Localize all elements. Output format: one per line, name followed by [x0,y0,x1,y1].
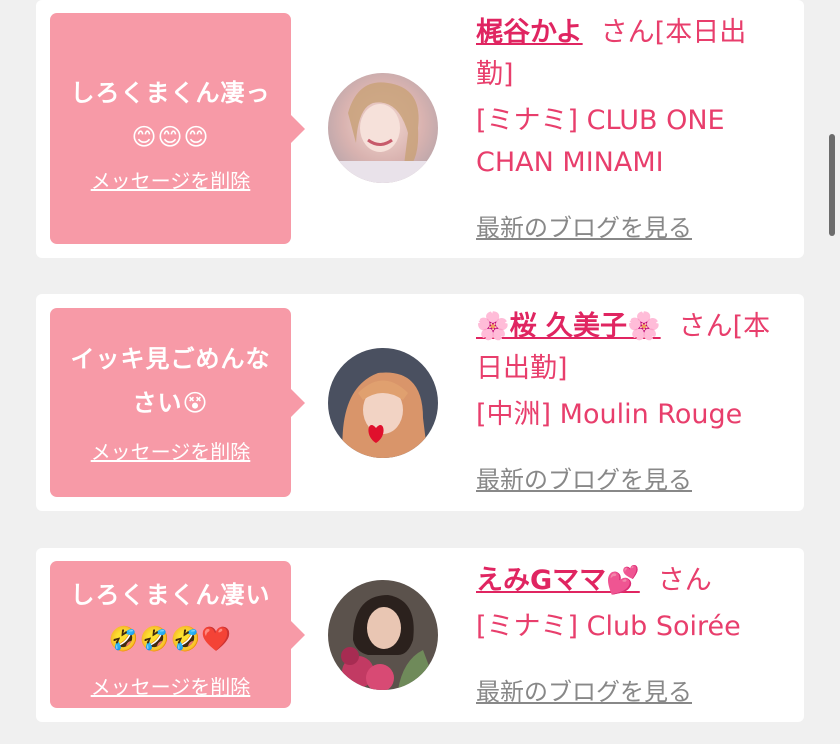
cast-status: さん [657,565,712,596]
message-text: しろくまくん凄っ😊😊😊 [70,79,271,151]
shop-name: [ミナミ] Club Soirée [476,611,741,642]
latest-blog-link[interactable]: 最新のブログを見る [476,460,692,495]
avatar[interactable] [328,73,438,183]
cast-info: えみGママ💕 さん [ミナミ] Club Soirée [476,560,781,648]
message-bubble: イッキ見ごめんなさい😵 メッセージを削除 [50,308,305,497]
shop-name: [ミナミ] CLUB ONE CHAN MINAMI [476,105,725,178]
delete-message-link[interactable]: メッセージを削除 [50,671,291,700]
latest-blog-link[interactable]: 最新のブログを見る [476,208,692,243]
avatar[interactable] [328,580,438,690]
avatar-photo-icon [328,580,438,690]
delete-message-link[interactable]: メッセージを削除 [50,436,291,465]
avatar-photo-icon [328,73,438,183]
cast-info: 🌸桜 久美子🌸 さん[本日出勤] [中洲] Moulin Rouge [476,306,781,436]
scrollbar[interactable] [829,134,835,236]
message-card: しろくまくん凄っ😊😊😊 メッセージを削除 梶谷かよ さん[本日出勤] [ミナミ] … [36,0,804,258]
cast-name-link[interactable]: 梶谷かよ [476,17,583,48]
avatar-photo-icon [328,348,438,458]
cast-name-link[interactable]: 🌸桜 久美子🌸 [476,311,661,342]
delete-message-link[interactable]: メッセージを削除 [50,165,291,194]
message-card: イッキ見ごめんなさい😵 メッセージを削除 🌸桜 久美子🌸 さん[本日出勤] [中洲… [36,294,804,511]
message-bubble: しろくまくん凄い🤣🤣🤣❤️ メッセージを削除 [50,561,305,708]
message-text: イッキ見ごめんなさい😵 [70,345,271,417]
cast-name-link[interactable]: えみGママ💕 [476,565,640,596]
latest-blog-link[interactable]: 最新のブログを見る [476,672,692,707]
cast-info: 梶谷かよ さん[本日出勤] [ミナミ] CLUB ONE CHAN MINAMI [476,12,781,184]
message-text: しろくまくん凄い🤣🤣🤣❤️ [70,581,271,653]
shop-name: [中洲] Moulin Rouge [476,399,743,430]
message-card: しろくまくん凄い🤣🤣🤣❤️ メッセージを削除 えみGママ💕 さん [ミナミ] Cl… [36,548,804,722]
avatar[interactable] [328,348,438,458]
message-bubble: しろくまくん凄っ😊😊😊 メッセージを削除 [50,13,305,244]
